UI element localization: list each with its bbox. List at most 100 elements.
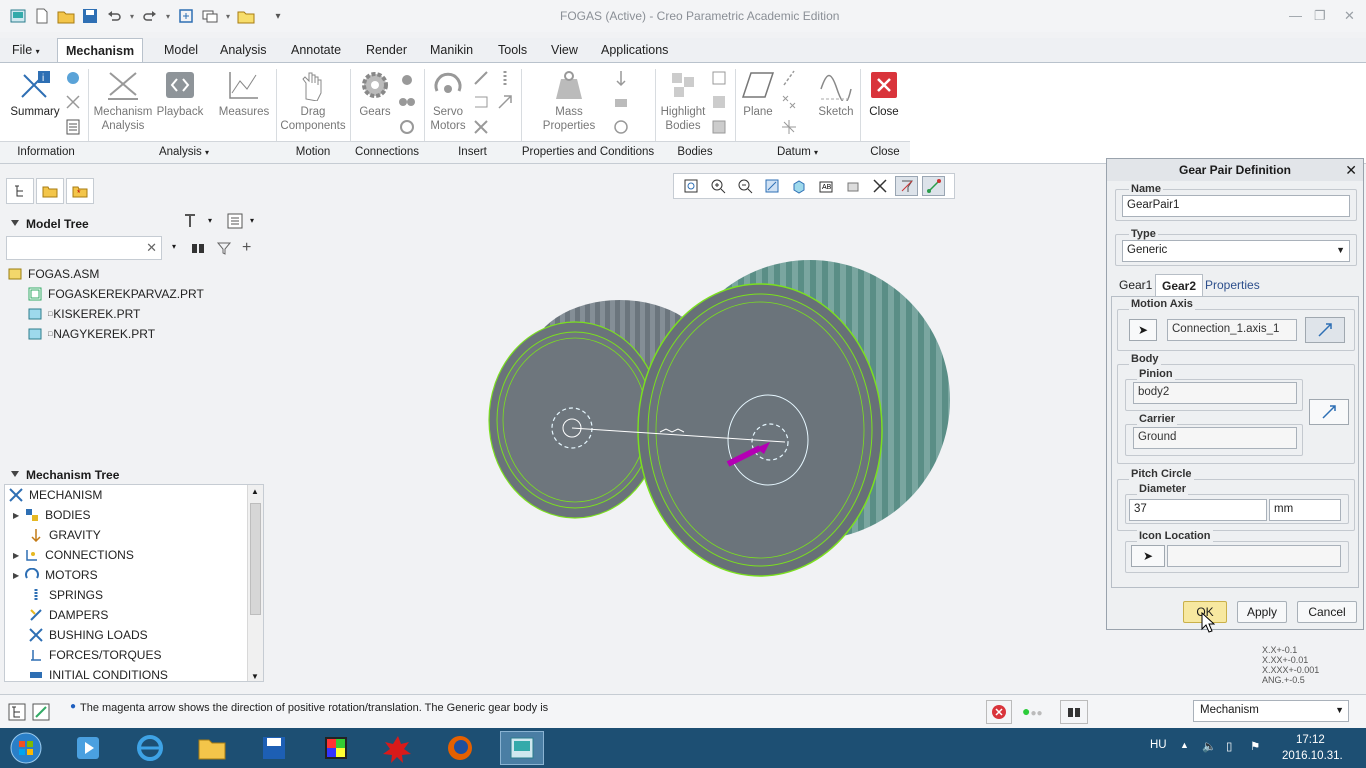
initial-conditions-icon[interactable]: [612, 93, 630, 111]
tree-item-forces-torques[interactable]: FORCES/TORQUES: [29, 645, 161, 665]
bushing-icon[interactable]: [496, 69, 514, 87]
tree-item-bodies[interactable]: ▶ BODIES: [13, 505, 91, 525]
name-input[interactable]: GearPair1: [1122, 195, 1350, 217]
creo-taskbar-icon[interactable]: [500, 731, 544, 765]
add-column-icon[interactable]: +: [242, 239, 251, 257]
close-window-icon[interactable]: [236, 6, 256, 26]
model-tree-search-input[interactable]: ✕: [6, 236, 162, 260]
termination-icon[interactable]: [612, 118, 630, 136]
tab-tools[interactable]: Tools: [490, 38, 535, 62]
volume-icon[interactable]: 🔈: [1202, 739, 1216, 753]
mass-properties-button[interactable]: Mass Properties: [538, 69, 600, 133]
apply-button[interactable]: Apply: [1237, 601, 1287, 623]
start-button[interactable]: [4, 731, 48, 765]
detailed-info-icon[interactable]: [64, 118, 82, 136]
firefox-icon[interactable]: [438, 731, 482, 765]
swap-bodies-button[interactable]: [1309, 399, 1349, 425]
playback-button[interactable]: Playback: [156, 69, 204, 119]
model-tree-header[interactable]: Model Tree: [4, 212, 264, 236]
internet-explorer-icon[interactable]: [128, 731, 172, 765]
clock-time[interactable]: 17:12: [1296, 734, 1325, 746]
expand-icon[interactable]: ▶: [13, 571, 19, 580]
repaint-icon[interactable]: [760, 176, 783, 196]
tab-applications[interactable]: Applications: [593, 38, 676, 62]
saved-orientations-icon[interactable]: AB: [814, 176, 837, 196]
action-center-flag-icon[interactable]: ⚑: [1250, 739, 1260, 753]
icon-location-field[interactable]: [1167, 545, 1341, 567]
group-analysis-label[interactable]: Analysis ▾: [92, 146, 276, 158]
damper-icon[interactable]: [472, 118, 490, 136]
gears-button[interactable]: Gears: [356, 69, 394, 119]
device-icon[interactable]: ▯: [1226, 739, 1232, 753]
cancel-regeneration-icon[interactable]: [986, 700, 1012, 724]
close-icon[interactable]: ✕: [1344, 8, 1355, 24]
undo-dropdown-icon[interactable]: ▾: [128, 6, 136, 26]
3d-contact-icon[interactable]: [398, 118, 416, 136]
tab-render[interactable]: Render: [358, 38, 415, 62]
reconnect-icon[interactable]: [710, 93, 728, 111]
cancel-button[interactable]: Cancel: [1297, 601, 1357, 623]
windows-icon[interactable]: [200, 6, 220, 26]
force-motor-icon[interactable]: [472, 69, 490, 87]
servo-motors-button[interactable]: Servo Motors: [428, 69, 468, 133]
pinion-field[interactable]: body2: [1133, 382, 1297, 404]
datum-display-icon[interactable]: [895, 176, 918, 196]
selection-filter-select[interactable]: Mechanism ▼: [1193, 700, 1349, 722]
motion-axis-field[interactable]: Connection_1.axis_1: [1167, 319, 1297, 341]
tree-item-gravity[interactable]: GRAVITY: [29, 525, 101, 545]
bodies-info-icon[interactable]: [64, 69, 82, 87]
tab-annotate[interactable]: Annotate: [283, 38, 349, 62]
csys-icon[interactable]: [780, 118, 798, 136]
new-file-icon[interactable]: [32, 6, 52, 26]
show-hidden-icons-icon[interactable]: ▲: [1180, 740, 1189, 750]
diameter-input[interactable]: 37: [1129, 499, 1267, 521]
redo-dropdown-icon[interactable]: ▾: [164, 6, 172, 26]
mechanism-analysis-button[interactable]: Mechanism Analysis: [93, 69, 153, 133]
redo-icon[interactable]: [140, 6, 160, 26]
measures-button[interactable]: Measures: [218, 69, 270, 119]
axis-icon[interactable]: [780, 69, 798, 87]
save-icon[interactable]: [80, 6, 100, 26]
show-icon[interactable]: [226, 212, 244, 233]
media-player-icon[interactable]: [66, 731, 110, 765]
tree-item-part[interactable]: FOGASKEREKPARVAZ.PRT: [28, 284, 204, 304]
large-gear[interactable]: [637, 260, 950, 577]
scroll-thumb[interactable]: [250, 503, 261, 615]
red-splash-app-icon[interactable]: [376, 731, 420, 765]
clear-search-icon[interactable]: ✕: [146, 240, 157, 256]
tree-item-mechanism[interactable]: MECHANISM: [9, 485, 102, 505]
tab-analysis[interactable]: Analysis: [212, 38, 275, 62]
tree-item-dampers[interactable]: DAMPERS: [29, 605, 108, 625]
tab-mechanism[interactable]: Mechanism: [57, 38, 144, 62]
tree-item-part[interactable]: □ NAGYKEREK.PRT: [28, 324, 155, 344]
perspective-icon[interactable]: [868, 176, 891, 196]
zoom-out-icon[interactable]: [733, 176, 756, 196]
customize-qat-icon[interactable]: ▾: [268, 6, 288, 26]
tab-gear2[interactable]: Gear2: [1155, 274, 1204, 296]
floppy-app-icon[interactable]: [252, 731, 296, 765]
tab-file[interactable]: File ▾: [4, 38, 48, 62]
folder-browser-tab-icon[interactable]: [36, 178, 64, 204]
mechanism-display-icon[interactable]: [922, 176, 945, 196]
maximize-icon[interactable]: ❐: [1314, 8, 1326, 24]
flip-axis-button[interactable]: [1305, 317, 1345, 343]
tree-item-assembly[interactable]: FOGAS.ASM: [8, 264, 99, 284]
open-folder-icon[interactable]: [56, 6, 76, 26]
group-datum-label[interactable]: Datum ▾: [735, 146, 860, 158]
tab-gear1[interactable]: Gear1: [1113, 274, 1158, 296]
show-dropdown-icon[interactable]: ▾: [250, 216, 254, 225]
browser-toggle-icon[interactable]: [32, 703, 50, 724]
cam-icon[interactable]: [398, 69, 416, 87]
scroll-down-icon[interactable]: ▼: [251, 672, 259, 681]
gear-pair-model[interactable]: [480, 250, 960, 590]
sketch-button[interactable]: Sketch: [816, 69, 856, 119]
gravity-icon[interactable]: [612, 69, 630, 87]
find-icon[interactable]: [190, 240, 206, 259]
point-icon[interactable]: [780, 93, 798, 111]
color-app-icon[interactable]: [314, 731, 358, 765]
tab-view[interactable]: View: [543, 38, 586, 62]
tab-model[interactable]: Model: [156, 38, 206, 62]
filter-icon[interactable]: [216, 240, 232, 259]
close-mechanism-button[interactable]: Close: [864, 69, 904, 119]
regenerate-icon[interactable]: [176, 6, 196, 26]
